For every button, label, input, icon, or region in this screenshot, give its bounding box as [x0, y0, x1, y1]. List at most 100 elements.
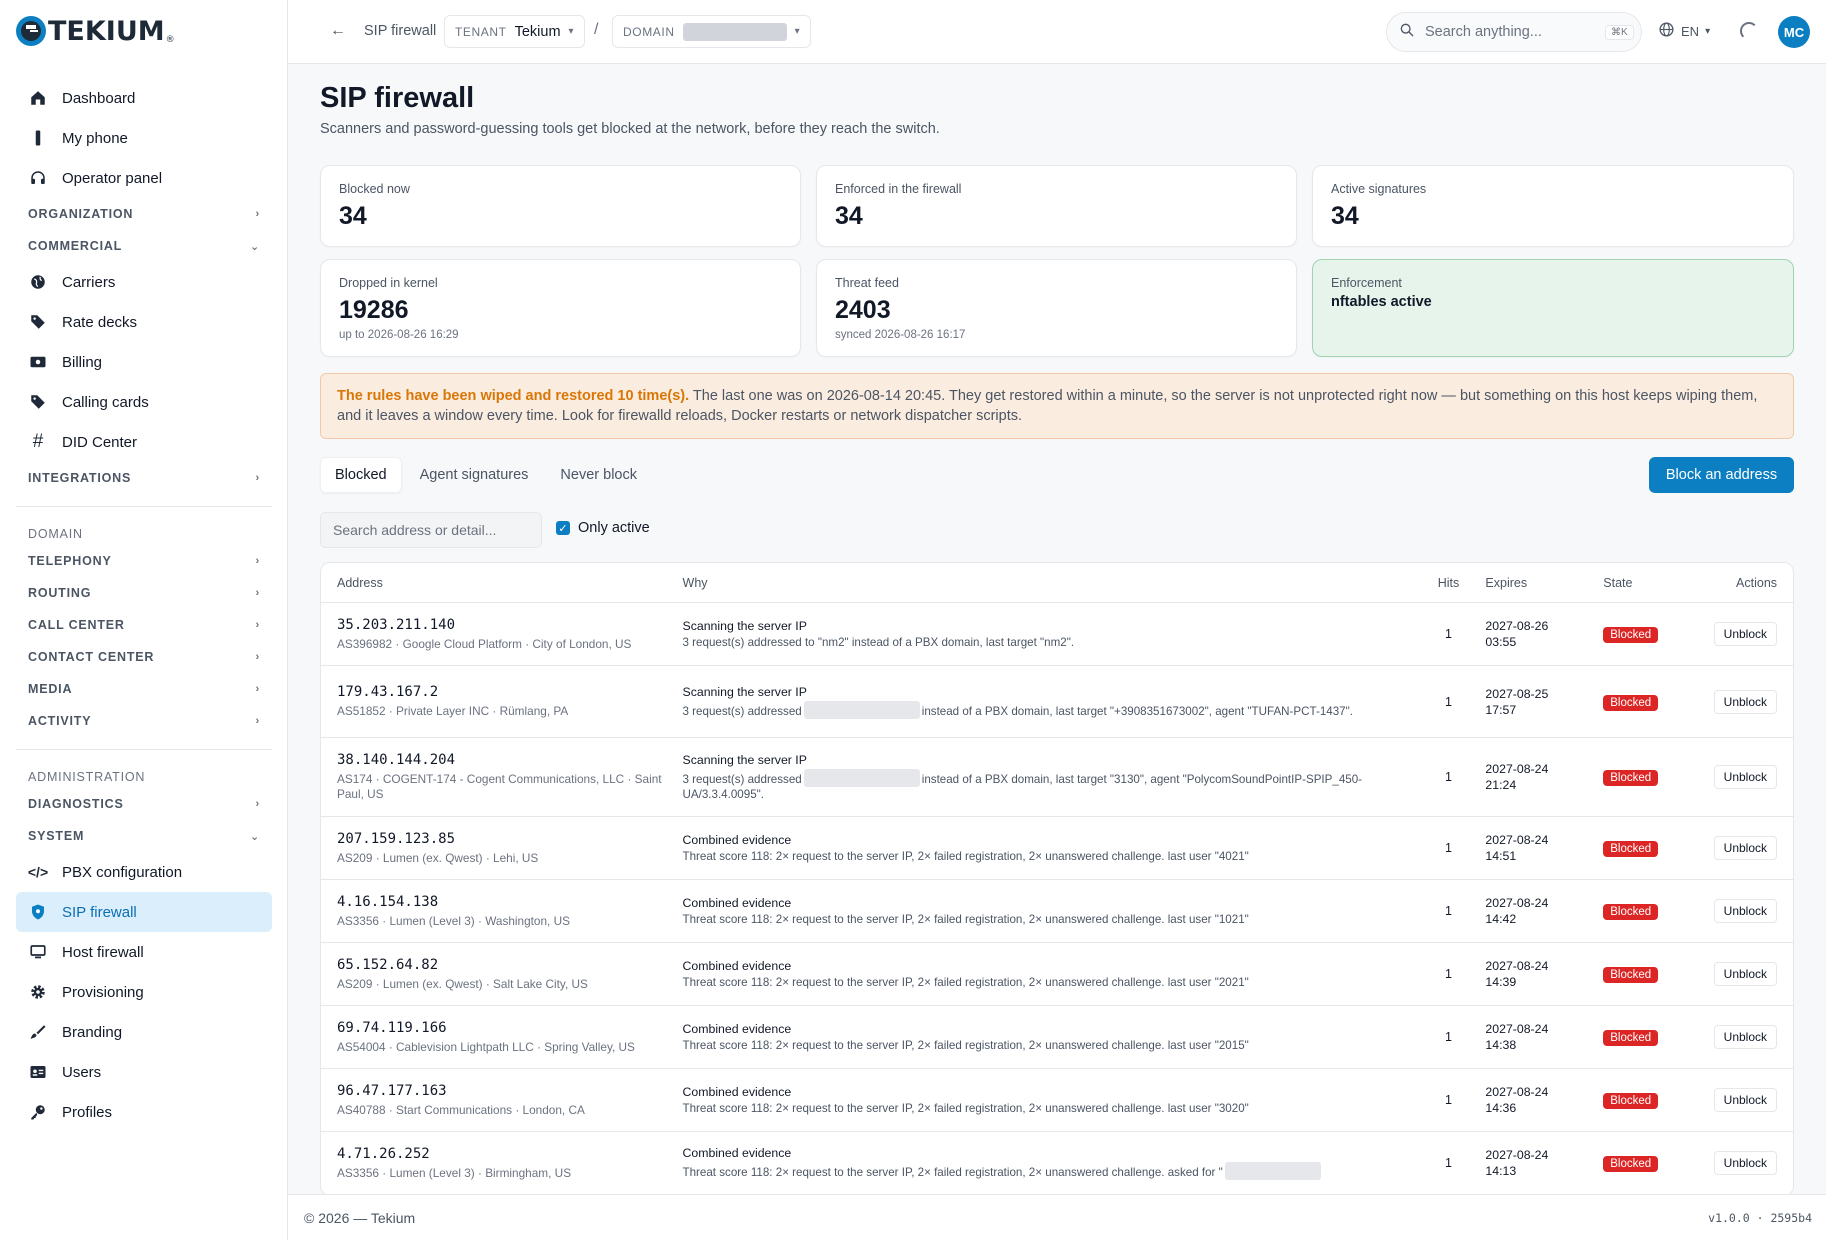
row-expires-date: 2027-08-24: [1485, 833, 1549, 847]
sidebar-item-billing[interactable]: Billing: [16, 342, 272, 382]
unblock-button[interactable]: Unblock: [1713, 836, 1778, 860]
redacted-target: [803, 768, 920, 787]
language-selector[interactable]: EN ▾: [1658, 21, 1710, 41]
sidebar-item-users[interactable]: Users: [16, 1052, 272, 1092]
stat-card-enforced: Enforced in the firewall 34: [816, 165, 1297, 247]
tab-blocked[interactable]: Blocked: [320, 457, 402, 493]
unblock-button[interactable]: Unblock: [1713, 1025, 1778, 1049]
gear-icon: [28, 982, 48, 1002]
sidebar-item-operator-panel[interactable]: Operator panel: [16, 158, 272, 198]
stat-label: Dropped in kernel: [339, 276, 438, 290]
row-reason: Combined evidence: [682, 1146, 792, 1160]
row-hits: 1: [1444, 1156, 1452, 1170]
global-search[interactable]: ⌘K: [1386, 12, 1642, 52]
breadcrumb[interactable]: SIP firewall: [364, 23, 436, 39]
row-expires-time: 21:24: [1485, 778, 1517, 792]
status-badge: Blocked: [1603, 627, 1659, 643]
sidebar-section-commercial[interactable]: COMMERCIAL ⌄: [16, 230, 272, 262]
sidebar-section-contact-center[interactable]: CONTACT CENTER ›: [16, 641, 272, 673]
stat-value: 34: [1331, 202, 1359, 230]
monitor-icon: [28, 942, 48, 962]
row-hits: 1: [1444, 1093, 1452, 1107]
row-expires-time: 14:13: [1485, 1164, 1517, 1178]
brand-logo[interactable]: TEKIUM®: [16, 14, 175, 48]
row-detail: 3 request(s) addressed to "nm2" instead …: [682, 635, 1075, 649]
sidebar-item-sip-firewall[interactable]: SIP firewall: [16, 892, 272, 932]
sidebar-item-branding[interactable]: Branding: [16, 1012, 272, 1052]
sidebar-item-did-center[interactable]: # DID Center: [16, 422, 272, 462]
row-meta: AS3356 · Lumen (Level 3) · Washington, U…: [337, 913, 570, 928]
redacted-domain-value: [682, 22, 787, 41]
row-hits: 1: [1444, 627, 1452, 641]
table-header: Address Why Hits Expires State Actions: [321, 563, 1793, 603]
sidebar-section-diagnostics[interactable]: DIAGNOSTICS ›: [16, 788, 272, 820]
row-ip: 4.71.26.252: [337, 1145, 430, 1162]
tab-never-block[interactable]: Never block: [546, 457, 651, 493]
footer: © 2026 — Tekium v1.0.0 · 2595b4: [288, 1194, 1826, 1240]
stat-sub: synced 2026-08-26 16:17: [835, 329, 966, 341]
sidebar-section-integrations[interactable]: INTEGRATIONS ›: [16, 462, 272, 494]
globe-icon: [1658, 21, 1675, 41]
only-active-checkbox[interactable]: ✓ Only active: [556, 520, 650, 536]
sidebar-item-my-phone[interactable]: My phone: [16, 118, 272, 158]
domain-label: DOMAIN: [623, 24, 675, 39]
table-row: 35.203.211.140 AS396982 · Google Cloud Pl…: [321, 603, 1793, 666]
status-badge: Blocked: [1603, 1156, 1659, 1172]
stat-label: Enforcement: [1331, 276, 1402, 290]
col-why: Why: [682, 575, 708, 590]
search-icon: [1399, 22, 1415, 43]
row-expires-time: 14:51: [1485, 849, 1517, 863]
tab-agent-signatures[interactable]: Agent signatures: [406, 457, 543, 493]
unblock-button[interactable]: Unblock: [1713, 899, 1778, 923]
chevron-right-icon: ›: [255, 472, 260, 484]
sidebar-section-telephony[interactable]: TELEPHONY ›: [16, 545, 272, 577]
block-address-button[interactable]: Block an address: [1649, 457, 1794, 493]
key-icon: [28, 1102, 48, 1122]
back-arrow-icon[interactable]: ←: [330, 22, 346, 40]
sidebar-item-profiles[interactable]: Profiles: [16, 1092, 272, 1132]
domain-selector[interactable]: DOMAIN ▾: [612, 15, 811, 48]
sidebar-section-organization[interactable]: ORGANIZATION ›: [16, 198, 272, 230]
sidebar-section-activity[interactable]: ACTIVITY ›: [16, 705, 272, 737]
checkmark-icon[interactable]: ✓: [556, 521, 570, 535]
topbar: ← SIP firewall TENANT Tekium ▾ / DOMAIN …: [288, 0, 1826, 64]
unblock-button[interactable]: Unblock: [1713, 1088, 1778, 1112]
sidebar-item-label: Dashboard: [62, 89, 136, 107]
sidebar-item-carriers[interactable]: Carriers: [16, 262, 272, 302]
sidebar-item-calling-cards[interactable]: Calling cards: [16, 382, 272, 422]
row-hits: 1: [1444, 904, 1452, 918]
unblock-button[interactable]: Unblock: [1713, 622, 1778, 646]
sidebar-section-media[interactable]: MEDIA ›: [16, 673, 272, 705]
sidebar-item-label: Provisioning: [62, 983, 144, 1001]
unblock-button[interactable]: Unblock: [1713, 962, 1778, 986]
row-detail: Threat score 118: 2× request to the serv…: [682, 975, 1249, 989]
row-hits: 1: [1444, 770, 1452, 784]
rules-wiped-alert: The rules have been wiped and restored 1…: [320, 373, 1794, 439]
chevron-down-icon: ▾: [794, 26, 800, 37]
sidebar-section-system[interactable]: SYSTEM ⌄: [16, 820, 272, 852]
status-badge: Blocked: [1603, 1030, 1659, 1046]
row-expires-date: 2027-08-24: [1485, 959, 1549, 973]
sidebar-nav: Dashboard My phone Operator panel ORGANI…: [16, 78, 272, 1132]
theme-toggle-icon[interactable]: [1740, 22, 1758, 40]
sidebar-section-routing[interactable]: ROUTING ›: [16, 577, 272, 609]
search-input[interactable]: [1425, 24, 1595, 40]
sidebar-item-rate-decks[interactable]: Rate decks: [16, 302, 272, 342]
unblock-button[interactable]: Unblock: [1713, 1151, 1778, 1175]
sidebar-item-host-firewall[interactable]: Host firewall: [16, 932, 272, 972]
page-subtitle: Scanners and password-guessing tools get…: [320, 121, 940, 137]
logo-mark-icon: [16, 16, 46, 46]
sidebar-item-pbx-configuration[interactable]: </> PBX configuration: [16, 852, 272, 892]
unblock-button[interactable]: Unblock: [1713, 765, 1778, 789]
sidebar-item-label: PBX configuration: [62, 863, 183, 881]
section-label: MEDIA: [28, 682, 73, 696]
sidebar-section-call-center[interactable]: CALL CENTER ›: [16, 609, 272, 641]
unblock-button[interactable]: Unblock: [1713, 689, 1778, 714]
sidebar-item-dashboard[interactable]: Dashboard: [16, 78, 272, 118]
sidebar-item-label: DID Center: [62, 433, 138, 451]
address-search-input[interactable]: [320, 512, 542, 548]
tenant-selector[interactable]: TENANT Tekium ▾: [444, 15, 585, 48]
row-reason: Scanning the server IP: [682, 684, 807, 699]
avatar[interactable]: MC: [1778, 16, 1810, 48]
sidebar-item-provisioning[interactable]: Provisioning: [16, 972, 272, 1012]
